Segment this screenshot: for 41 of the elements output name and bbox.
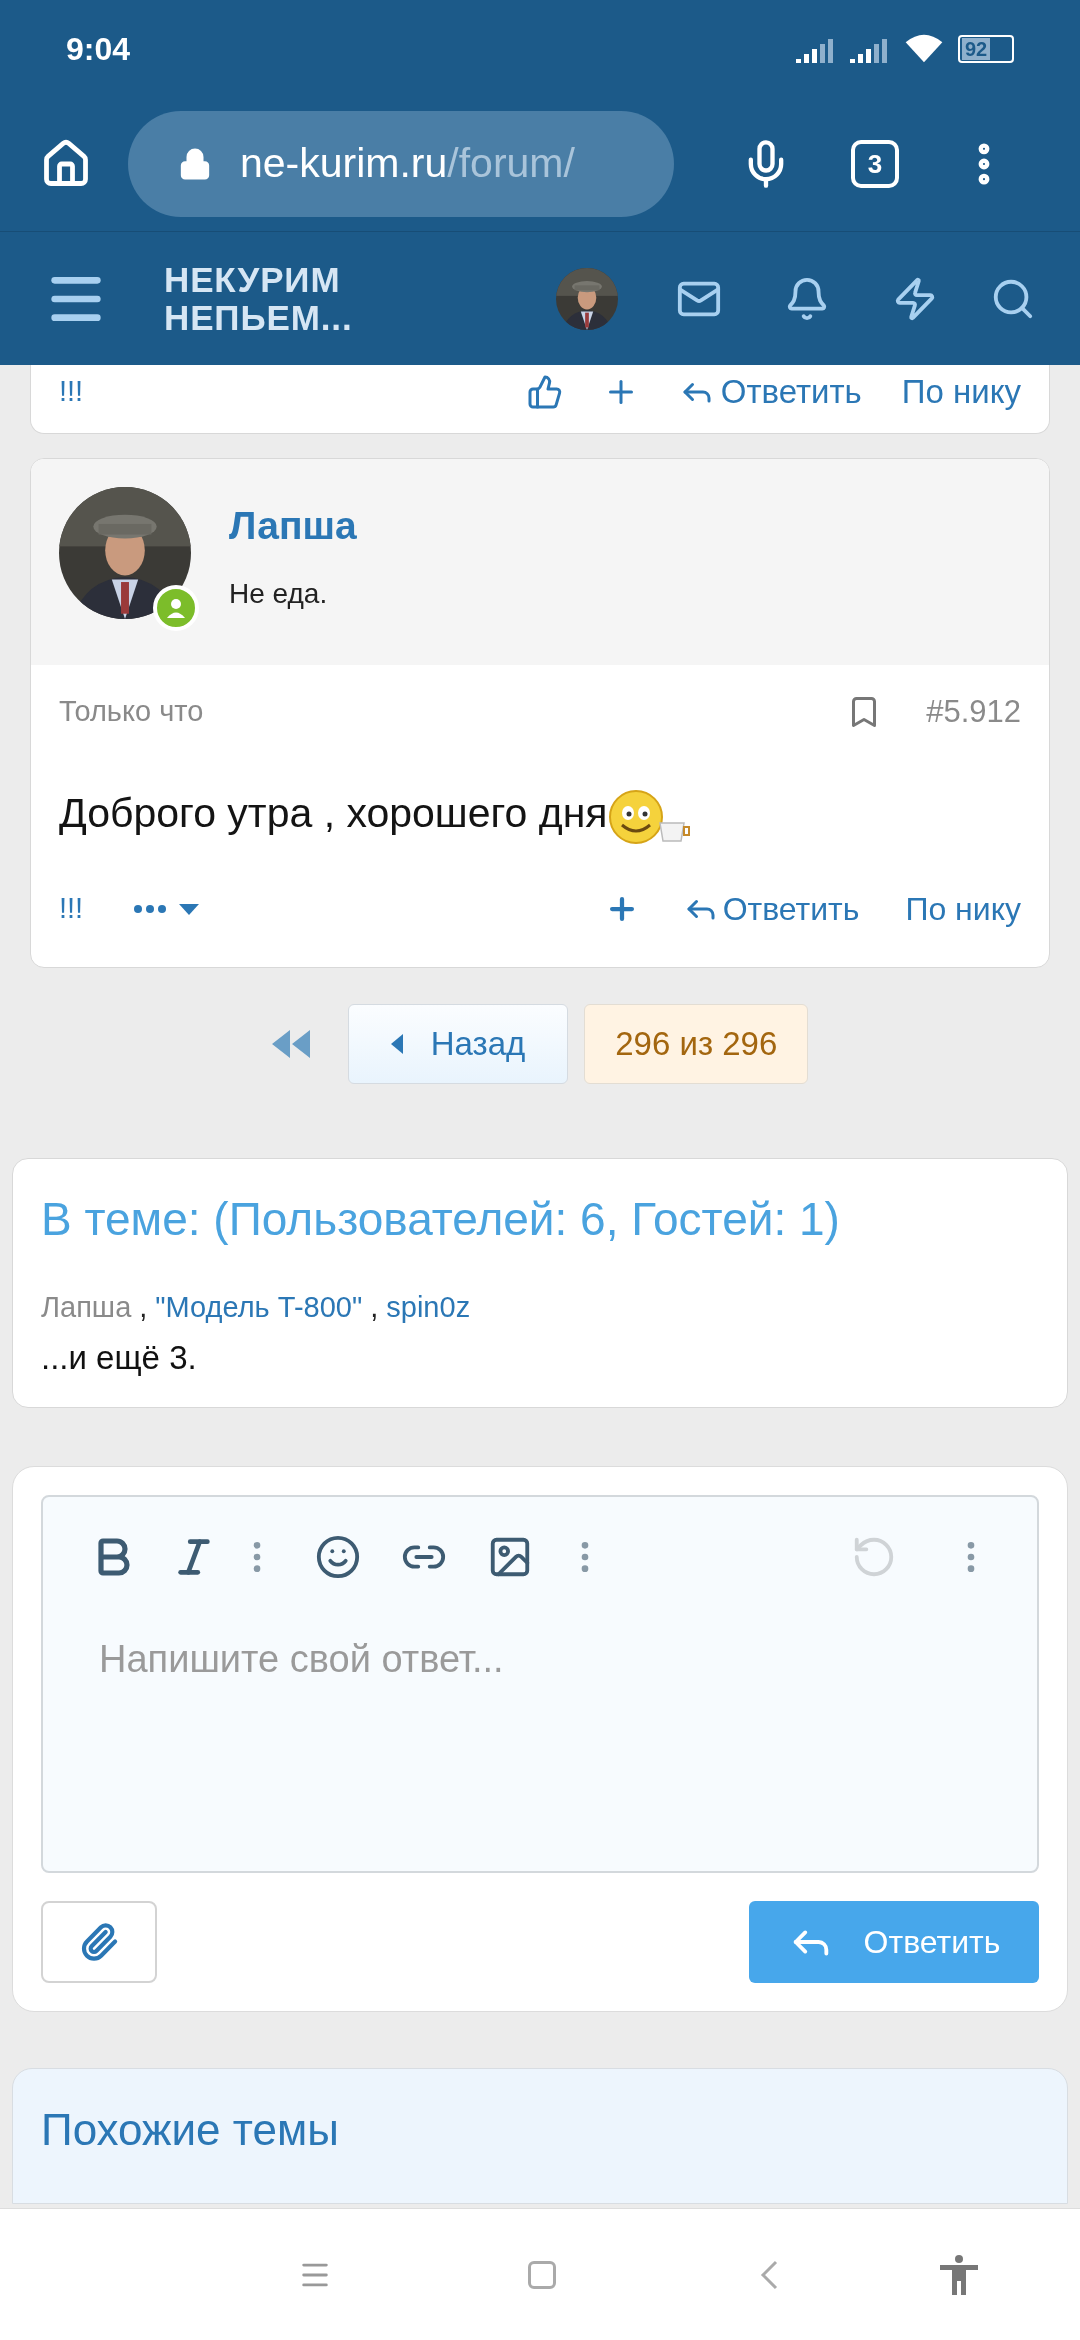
- reply-link[interactable]: Ответить: [720, 367, 862, 417]
- back-button[interactable]: Назад: [347, 1003, 569, 1084]
- user-link[interactable]: "Модель T-800": [155, 1285, 363, 1329]
- battery-level: 92: [962, 37, 991, 60]
- reply-input[interactable]: Напишите свой ответ...: [99, 1630, 981, 1688]
- similar-topics-title: Похожие темы: [41, 2104, 339, 2154]
- post-number[interactable]: #5.912: [926, 688, 1021, 735]
- page-indicator[interactable]: 296 из 296: [584, 1003, 809, 1084]
- clock: 9:04: [66, 29, 131, 69]
- smiley-icon[interactable]: [315, 1533, 361, 1580]
- tab-count[interactable]: 3: [851, 140, 899, 188]
- by-nick-link[interactable]: По нику: [905, 884, 1021, 933]
- author-name[interactable]: Лапша: [229, 496, 357, 555]
- accessibility-icon[interactable]: [940, 2254, 978, 2295]
- smiley-cup-icon: [607, 788, 692, 845]
- rewind-icon[interactable]: [271, 1029, 310, 1058]
- attach-button[interactable]: [41, 1900, 157, 1983]
- online-users-title: В теме: (Пользователей: 6, Гостей: 1): [41, 1191, 841, 1247]
- submit-reply-button[interactable]: Ответить: [749, 1900, 1039, 1983]
- address-bar[interactable]: ne-kurim.ru/forum/: [128, 111, 674, 217]
- user-title: Не еда.: [229, 577, 329, 611]
- separator: ,: [139, 1289, 148, 1325]
- url-text: ne-kurim.ru/forum/: [240, 139, 575, 189]
- user-link[interactable]: spin0z: [386, 1285, 471, 1329]
- paperclip-icon: [79, 1921, 119, 1962]
- logo-text: НЕПЬЕМ...: [164, 298, 353, 337]
- site-logo[interactable]: НЕКУРИМ НЕПЬЕМ...: [164, 260, 353, 337]
- caret-icon: [390, 1033, 403, 1054]
- separator: ,: [370, 1289, 379, 1325]
- wifi-icon: [904, 33, 944, 64]
- by-nick-link[interactable]: По нику: [901, 367, 1021, 417]
- reply-link[interactable]: Ответить: [722, 884, 860, 933]
- reaction-link[interactable]: !!!: [59, 886, 84, 931]
- logo-text: НЕКУРИМ: [164, 260, 342, 299]
- reaction-link[interactable]: !!!: [59, 370, 84, 414]
- post-time: Только что: [59, 694, 204, 729]
- post-text: Доброго утра , хорошего дня: [59, 789, 608, 838]
- thumbs-up-icon[interactable]: [526, 373, 563, 410]
- user-link[interactable]: Лапша: [41, 1285, 132, 1329]
- more-users-text: ...и ещё 3.: [41, 1338, 198, 1378]
- lock-icon: [178, 147, 212, 181]
